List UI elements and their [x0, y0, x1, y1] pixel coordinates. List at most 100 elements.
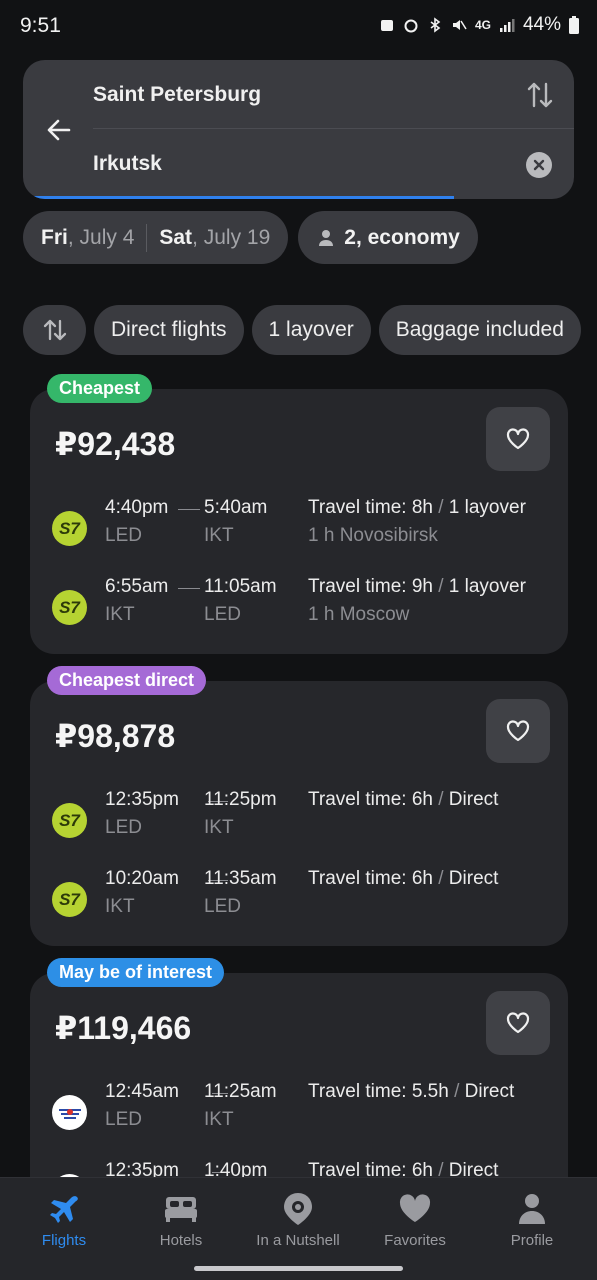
departure-airport: IKT: [105, 604, 135, 625]
travel-time: Travel time: 8h: [308, 497, 433, 518]
nav-in-a-nutshell[interactable]: In a Nutshell: [239, 1192, 357, 1249]
nav-profile[interactable]: Profile: [473, 1192, 591, 1249]
departure-time: 4:40pm: [105, 497, 169, 518]
result-price: ₽119,466: [55, 1010, 192, 1046]
arrival-time: 11:35am: [204, 868, 277, 889]
departure-time: 12:45am: [105, 1081, 179, 1102]
stops-label: Direct: [464, 1081, 515, 1102]
aeroflot-airline-logo: [52, 1095, 87, 1130]
filter-one-layover[interactable]: 1 layover: [251, 305, 371, 355]
heart-outline-icon: [506, 1012, 530, 1034]
departure-airport: LED: [105, 817, 142, 838]
favorite-button[interactable]: [486, 407, 550, 471]
clear-destination-button[interactable]: [526, 152, 552, 178]
travel-time: Travel time: 5.5h: [308, 1081, 449, 1102]
destination-field[interactable]: Irkutsk: [93, 152, 162, 176]
nav-label: Favorites: [384, 1232, 446, 1249]
result-price: ₽98,878: [55, 718, 176, 754]
home-indicator[interactable]: [194, 1266, 403, 1271]
arrival-time: 11:25am: [204, 1081, 277, 1102]
swap-route-button[interactable]: [526, 80, 554, 110]
mute-icon: [452, 20, 467, 30]
origin-field[interactable]: Saint Petersburg: [93, 83, 261, 107]
loading-progress-bar: [23, 196, 454, 199]
travel-info: Travel time: 6h / Direct: [308, 789, 499, 810]
bed-icon: [164, 1192, 198, 1226]
departure-airport: LED: [105, 525, 142, 546]
stops-label: 1 layover: [448, 576, 526, 597]
close-icon: [533, 159, 545, 171]
s7-airline-logo: S7: [52, 590, 87, 625]
arrival-airport: LED: [204, 896, 241, 917]
nav-favorites[interactable]: Favorites: [356, 1192, 474, 1249]
arrival-time: 11:25pm: [204, 789, 277, 810]
arrival-airport: IKT: [204, 1109, 234, 1130]
result-card[interactable]: Cheapest direct ₽98,878 S7 12:35pm 11:25…: [30, 666, 568, 946]
stops-label: Direct: [448, 789, 499, 810]
departure-airport: IKT: [105, 896, 135, 917]
dates-chip[interactable]: Fri , July 4 Sat , July 19: [23, 211, 289, 264]
layover-info: 1 h Novosibirsk: [308, 525, 438, 546]
travel-time: Travel time: 9h: [308, 576, 433, 597]
person-icon: [319, 229, 334, 246]
battery-percent: 44%: [522, 14, 561, 35]
s7-airline-logo: S7: [52, 882, 87, 917]
favorite-button[interactable]: [486, 699, 550, 763]
nav-label: Profile: [510, 1232, 554, 1249]
filter-baggage-included[interactable]: Baggage included: [378, 305, 581, 355]
aeroflot-wings-icon: [58, 1108, 81, 1119]
travel-time: Travel time: 6h: [308, 868, 433, 889]
result-card[interactable]: Cheapest ₽92,438 S7 4:40pm 5:40am LED IK…: [30, 374, 568, 654]
airplane-icon: [47, 1192, 81, 1226]
stops-label: Direct: [448, 868, 499, 889]
result-price: ₽92,438: [55, 426, 176, 462]
flight-leg-return: S7 6:55am 11:05am IKT LED Travel time: 9…: [30, 576, 568, 632]
return-day: Sat: [159, 225, 193, 249]
departure-time: 6:55am: [105, 576, 169, 597]
field-divider: [93, 128, 574, 129]
nav-hotels[interactable]: Hotels: [122, 1192, 240, 1249]
arrow-left-icon: [47, 119, 71, 141]
travel-info: Travel time: 5.5h / Direct: [308, 1081, 515, 1102]
flight-leg-outbound: S7 4:40pm 5:40am LED IKT Travel time: 8h…: [30, 497, 568, 553]
status-bar: 9:51 4G 44%: [0, 0, 597, 52]
travel-info: Travel time: 8h / 1 layover: [308, 497, 526, 518]
camera-icon: [281, 1192, 315, 1226]
route-search-box: Saint Petersburg Irkutsk: [23, 60, 574, 199]
passengers-chip[interactable]: 2, economy: [298, 211, 478, 264]
arrival-airport: IKT: [204, 817, 234, 838]
flight-leg-outbound: 12:45am 11:25am LED IKT Travel time: 5.5…: [30, 1081, 568, 1137]
filter-direct-flights[interactable]: Direct flights: [94, 305, 244, 355]
s7-airline-logo: S7: [52, 511, 87, 546]
alarm-icon: [404, 19, 418, 33]
back-button[interactable]: [41, 112, 77, 148]
bottom-navigation: Flights Hotels In a Nutshell Favorites P…: [0, 1177, 597, 1280]
favorite-button[interactable]: [486, 991, 550, 1055]
arrival-time: 11:05am: [204, 576, 277, 597]
flight-leg-return: S7 10:20am 11:35am IKT LED Travel time: …: [30, 868, 568, 924]
sort-button[interactable]: [23, 305, 86, 355]
trip-params: Fri , July 4 Sat , July 19 2, economy: [23, 211, 478, 264]
notification-icon: [380, 20, 393, 31]
dates-separator: [146, 223, 148, 252]
s7-airline-logo: S7: [52, 803, 87, 838]
nav-flights[interactable]: Flights: [5, 1192, 123, 1249]
arrival-time: 5:40am: [204, 497, 268, 518]
travel-info: Travel time: 9h / 1 layover: [308, 576, 526, 597]
nav-label: Hotels: [159, 1232, 203, 1249]
passengers-label: 2, economy: [344, 225, 460, 249]
heart-icon: [398, 1192, 432, 1226]
departure-time: 10:20am: [105, 868, 179, 889]
result-badge: Cheapest: [47, 374, 153, 403]
stops-label: 1 layover: [448, 497, 526, 518]
return-date: , July 19: [192, 225, 271, 249]
swap-vertical-icon: [527, 82, 553, 108]
filter-bar: Direct flights 1 layover Baggage include…: [23, 305, 581, 355]
signal-icon: [499, 19, 515, 32]
travel-info: Travel time: 6h / Direct: [308, 868, 499, 889]
departure-time: 12:35pm: [105, 789, 179, 810]
time-dash: [178, 509, 200, 510]
departure-airport: LED: [105, 1109, 142, 1130]
battery-icon: [569, 16, 579, 34]
nav-label: Flights: [41, 1232, 87, 1249]
